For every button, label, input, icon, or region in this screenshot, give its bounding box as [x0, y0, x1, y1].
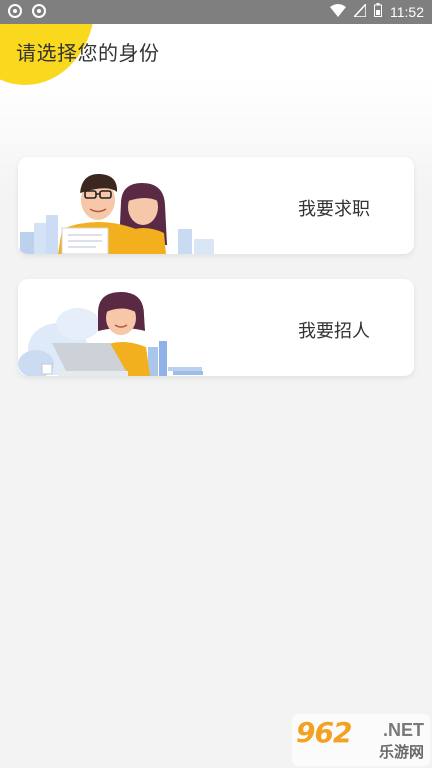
- watermark-logo: 962 .NET 乐游网: [292, 714, 430, 766]
- signal-icon: [352, 1, 367, 21]
- page-title: 请选择您的身份: [16, 41, 160, 65]
- status-bar: 11:52: [0, 0, 432, 24]
- watermark-main-text: 962: [296, 716, 352, 749]
- job-seeker-card[interactable]: 我要求职: [18, 157, 414, 254]
- app-notification-icon: [32, 4, 46, 22]
- battery-icon: [374, 3, 382, 21]
- job-seeker-label: 我要求职: [298, 199, 370, 220]
- recruiter-label: 我要招人: [298, 321, 370, 342]
- app-notification-icon: [8, 4, 22, 22]
- job-seeker-illustration: [20, 173, 214, 254]
- wifi-icon: [330, 3, 346, 21]
- status-time: 11:52: [390, 4, 424, 20]
- recruiter-illustration: [18, 292, 203, 376]
- watermark-sub-text: 乐游网: [378, 743, 424, 761]
- identity-selection-screen: 11:52 请选择您的身份 我要求职 我要招人 962 .NET 乐游网: [0, 0, 432, 768]
- recruiter-card[interactable]: 我要招人: [18, 279, 414, 376]
- watermark-suffix-text: .NET: [382, 720, 424, 740]
